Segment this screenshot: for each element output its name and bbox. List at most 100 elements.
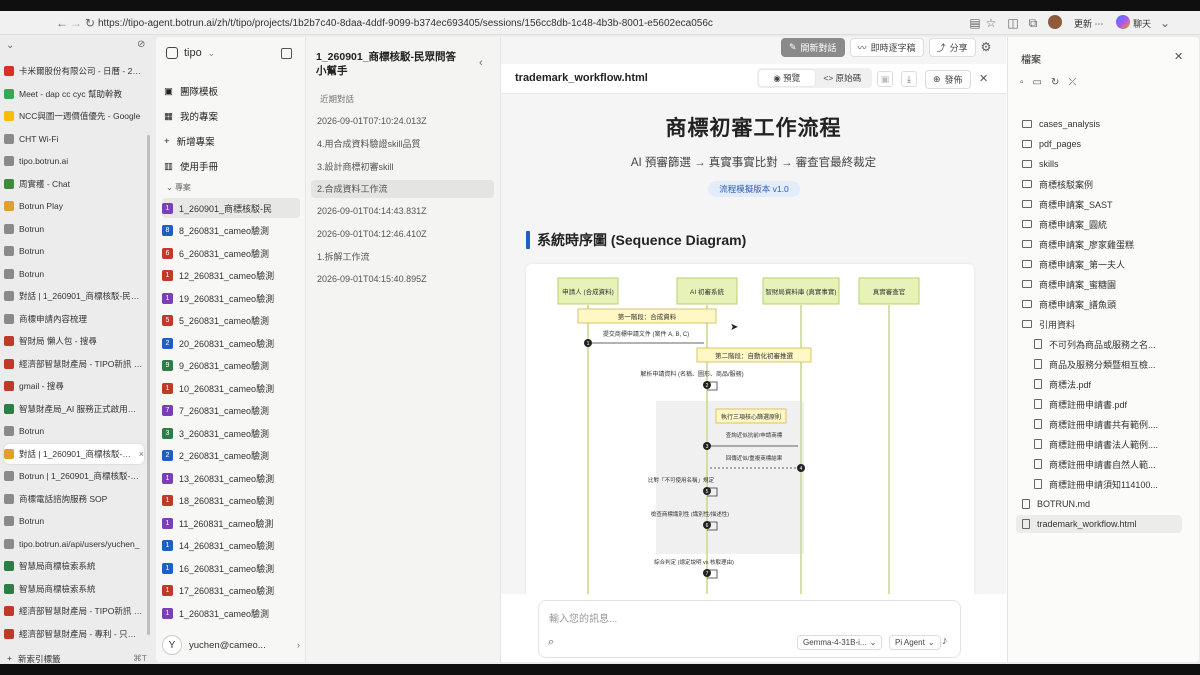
folder-item[interactable]: cases_analysis — [1016, 115, 1182, 133]
nav-my-projects[interactable]: ▦ 我的專案 — [164, 106, 218, 126]
split-view-icon[interactable]: ◫ — [1004, 14, 1022, 32]
workspace-switcher[interactable]: tipo ⌄ — [166, 47, 215, 59]
browser-tab[interactable]: gmail - 搜尋 — [4, 376, 144, 396]
settings-gear-icon[interactable]: ⚙ — [981, 40, 992, 54]
browser-tab[interactable]: Botrun — [4, 241, 144, 261]
nav-team-templates[interactable]: ▣ 團隊模板 — [164, 81, 218, 101]
folder-item[interactable]: skills — [1016, 155, 1182, 173]
new-folder-icon[interactable]: ▭ — [1033, 77, 1042, 88]
file-item[interactable]: 不可列為商品或服務之名... — [1016, 335, 1182, 353]
folder-item[interactable]: 商標申請案_蜜糖園 — [1016, 275, 1182, 293]
project-item[interactable]: 1 18_260831_cameo驗測 — [162, 491, 300, 511]
new-file-icon[interactable]: ▫ — [1020, 77, 1024, 88]
browser-tab[interactable]: 經濟部智慧財產局 - TIPO新訊 - 智 — [4, 601, 144, 621]
folder-item[interactable]: 商標申請案_圓統 — [1016, 215, 1182, 233]
browser-tab[interactable]: 經濟部智慧財產局 - 專利 - 只要30 — [4, 624, 144, 644]
browser-tab[interactable]: 智慧財產局_AI 服務正式啟用暨顧問 — [4, 399, 144, 419]
project-item[interactable]: 8 8_260831_cameo驗測 — [162, 221, 300, 241]
user-menu[interactable]: Y yuchen@cameo... › — [162, 634, 300, 656]
model-select[interactable]: Gemma-4-31B-i... ⌄ — [797, 635, 883, 650]
chat-button[interactable]: 聊天 — [1133, 17, 1151, 30]
file-item[interactable]: 商標註冊申請書共有範例.... — [1016, 415, 1182, 433]
tab-actions-icon[interactable]: ⌄ — [6, 40, 14, 51]
file-item[interactable]: 商標法.pdf — [1016, 375, 1182, 393]
session-item[interactable]: 3.設計商標初審skill — [311, 157, 494, 175]
browser-tab[interactable]: 智財局 懶人包 - 搜尋 — [4, 331, 144, 351]
tab-preview[interactable]: ◉ 預覽 — [759, 70, 815, 86]
folder-item[interactable]: 引用資料 — [1016, 315, 1182, 333]
browser-tab[interactable]: 對話 | 1_260901_商標核駁-民眾 × — [4, 443, 144, 464]
nav-user-manual[interactable]: ▥ 使用手冊 — [164, 156, 218, 176]
browser-tab[interactable]: tipo.botrun.ai/api/users/yuchen_ — [4, 534, 144, 554]
file-item[interactable]: 商標註冊申請須知114100... — [1016, 475, 1182, 493]
browser-tab[interactable]: 智慧局商標檢索系統 — [4, 579, 144, 599]
agent-select[interactable]: Pi Agent ⌄ — [889, 635, 941, 650]
project-item[interactable]: 1 12_260831_cameo驗測 — [162, 266, 300, 286]
profile-avatar[interactable] — [1048, 15, 1062, 29]
project-item[interactable]: 1 16_260831_cameo驗測 — [162, 558, 300, 578]
chevron-down-icon[interactable]: ⌄ — [1156, 14, 1174, 32]
message-input[interactable]: 輸入您的訊息... — [549, 610, 617, 625]
session-item[interactable]: 2.合成資料工作流 — [311, 179, 494, 198]
folder-item[interactable]: 商標申請案_譜魚頭 — [1016, 295, 1182, 313]
browser-tab[interactable]: NCC與圖一週價值優先 - Google — [4, 106, 144, 126]
project-item[interactable]: 7 7_260831_cameo驗測 — [162, 401, 300, 421]
file-item[interactable]: 商標註冊申請書.pdf — [1016, 395, 1182, 413]
collapse-sidebar-icon[interactable] — [281, 48, 292, 59]
project-item[interactable]: 9 9_260831_cameo驗測 — [162, 356, 300, 376]
browser-tab[interactable]: 對話 | 1_260901_商標核駁-民眾問 — [4, 286, 144, 306]
publish-button[interactable]: ⊕ 發佈 — [925, 70, 971, 89]
project-item[interactable]: 2 20_260831_cameo驗測 — [162, 333, 300, 353]
update-button[interactable]: 更新 ⋯ — [1074, 17, 1104, 30]
browser-tab[interactable]: 商標電話諮詢服務 SOP — [4, 489, 144, 509]
url-text[interactable]: https://tipo-agent.botrun.ai/zh/t/tipo/p… — [98, 18, 713, 29]
file-item[interactable]: trademark_workflow.html — [1016, 515, 1182, 533]
project-item[interactable]: 1 1_260831_cameo驗測 — [162, 603, 300, 623]
collapse-all-icon[interactable]: ⤫ — [1068, 77, 1076, 88]
project-item[interactable]: 2 2_260831_cameo驗測 — [162, 446, 300, 466]
project-item[interactable]: 5 5_260831_cameo驗測 — [162, 311, 300, 331]
file-item[interactable]: 商標註冊申請書法人範例.... — [1016, 435, 1182, 453]
reload-icon[interactable]: ↻ — [81, 14, 99, 32]
project-item[interactable]: 1 19_260831_cameo驗測 — [162, 288, 300, 308]
browser-tab[interactable]: Botrun | 1_260901_商標核駁-民眾 — [4, 466, 144, 486]
tab-source[interactable]: <> 原始碼 — [815, 70, 871, 86]
session-item[interactable]: 4.用合成資料驗證skill品質 — [311, 135, 494, 153]
pin-off-icon[interactable]: ⊘ — [137, 39, 145, 50]
session-item[interactable]: 2026-09-01T04:14:43.831Z — [311, 202, 494, 220]
browser-tab[interactable]: Botrun — [4, 219, 144, 239]
browser-tab[interactable]: 卡米爾股份有限公司 - 日曆 - 2026 — [4, 61, 144, 81]
folder-item[interactable]: 商標申請案_第一夫人 — [1016, 255, 1182, 273]
project-item[interactable]: 1 1_260901_商標核駁-民 — [162, 198, 300, 218]
project-item[interactable]: 1 13_260831_cameo驗測 — [162, 468, 300, 488]
project-item[interactable]: 6 6_260831_cameo驗測 — [162, 243, 300, 263]
refresh-icon[interactable]: ↻ — [1051, 77, 1059, 88]
folder-item[interactable]: 商標核駁案例 — [1016, 175, 1182, 193]
bookmark-star-icon[interactable]: ☆ — [982, 14, 1000, 32]
new-chat-button[interactable]: ✎ 開新對話 — [781, 37, 845, 57]
session-item[interactable]: 2026-09-01T04:15:40.895Z — [311, 270, 494, 288]
download-icon[interactable]: ⤓ — [901, 71, 917, 87]
browser-tab[interactable]: 周實穫 - Chat — [4, 174, 144, 194]
share-button[interactable]: ⤴ 分享 — [928, 37, 976, 57]
browser-tab[interactable]: Botrun Play — [4, 196, 144, 216]
session-item[interactable]: 2026-09-01T04:12:46.410Z — [311, 225, 494, 243]
close-icon[interactable]: ✕ — [1174, 50, 1183, 63]
project-item[interactable]: 1 10_260831_cameo驗測 — [162, 378, 300, 398]
chevron-left-icon[interactable]: ‹ — [479, 57, 483, 69]
browser-tab[interactable]: tipo.botrun.ai — [4, 151, 144, 171]
file-item[interactable]: BOTRUN.md — [1016, 495, 1182, 513]
folder-item[interactable]: 商標申請案_廖家雞蛋糕 — [1016, 235, 1182, 253]
browser-tab[interactable]: CHT Wi-Fi — [4, 129, 144, 149]
browser-tab[interactable]: Botrun — [4, 421, 144, 441]
folder-item[interactable]: pdf_pages — [1016, 135, 1182, 153]
collections-icon[interactable]: ⧉ — [1024, 14, 1042, 32]
session-item[interactable]: 1.拆解工作流 — [311, 247, 494, 265]
browser-tab[interactable]: Botrun — [4, 511, 144, 531]
project-item[interactable]: 1 17_260831_cameo驗測 — [162, 581, 300, 601]
file-item[interactable]: 商標註冊申請書自然人範... — [1016, 455, 1182, 473]
tabs-scrollbar[interactable] — [147, 135, 150, 635]
attach-icon[interactable]: ⌕ — [548, 636, 554, 649]
file-item[interactable]: 商品及服務分類暨相互檢... — [1016, 355, 1182, 373]
close-tab-icon[interactable]: × — [139, 449, 144, 459]
